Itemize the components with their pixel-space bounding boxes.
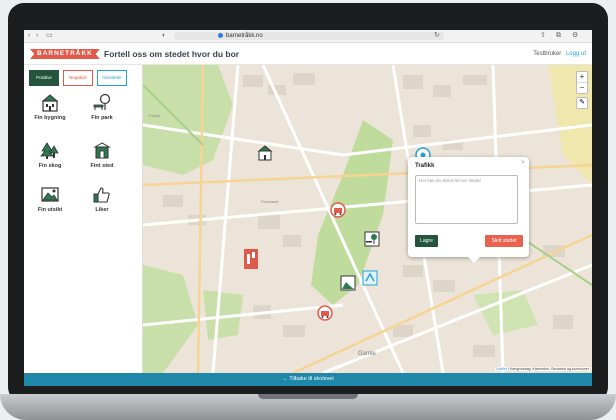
close-icon[interactable]: × (521, 160, 525, 166)
category-sidebar: Positive Negative Aktiviteter Fin bygnin… (24, 65, 143, 373)
settings-icon[interactable]: ⚙ (572, 32, 578, 40)
zoom-control: + − (576, 71, 588, 94)
thumbs-up-icon (93, 187, 110, 203)
park-marker[interactable] (364, 231, 380, 247)
map-attribution: Leaflet | Kartgrunnlag: Kartverket, Geov… (495, 367, 590, 371)
logout-link[interactable]: Logg ut (566, 51, 586, 57)
user-name: Testbruker (533, 51, 562, 57)
category-fint-sted[interactable]: Fint sted (80, 141, 124, 169)
screen: ‹ › ▭ ◐ barnetråkk.no ↻ ⇧ ⧉ ⚙ BARNETRÅKK… (24, 30, 592, 386)
description-textarea[interactable]: Her kan du skrive litt om stedet (415, 175, 518, 224)
tab-positive[interactable]: Positive (29, 70, 59, 86)
building-icon (41, 94, 59, 112)
tab-negative[interactable]: Negative (63, 70, 93, 86)
forest-icon (40, 142, 59, 159)
category-label: Fint sted (90, 163, 114, 169)
park-icon (93, 93, 111, 110)
tab-activities[interactable]: Aktiviteter (97, 70, 127, 86)
building-marker[interactable] (257, 145, 273, 161)
category-label: Liker (95, 207, 109, 213)
marker-popup: Trafikk × Her kan du skrive litt om sted… (408, 157, 529, 263)
user-area: Testbruker Logg ut (533, 51, 586, 57)
traffic-marker[interactable] (317, 305, 333, 321)
category-label: Fin park (91, 115, 113, 121)
zoom-in-button[interactable]: + (577, 72, 587, 83)
delete-place-button[interactable]: Slett stedet (485, 235, 523, 247)
category-label: Fin utsikt (37, 207, 63, 213)
zoom-out-button[interactable]: − (577, 83, 587, 93)
view-icon (41, 187, 59, 202)
map-label: Gamle (358, 351, 376, 357)
laptop-notch (258, 394, 358, 399)
activity-marker[interactable] (362, 270, 378, 286)
globe-icon (218, 33, 223, 38)
category-label: Fin skog (38, 163, 62, 169)
address-bar[interactable]: barnetråkk.no (174, 32, 444, 40)
map-label: Festpl. (149, 113, 161, 118)
back-icon[interactable]: ‹ (28, 32, 30, 40)
edit-icon[interactable]: ✎ (576, 97, 588, 109)
category-liker[interactable]: Liker (80, 185, 124, 213)
view-marker[interactable] (340, 275, 356, 291)
traffic-marker[interactable] (330, 202, 346, 218)
app-header: BARNETRÅKK Fortell oss om stedet hvor du… (24, 43, 592, 65)
category-fin-park[interactable]: Fin park (80, 93, 124, 121)
nice-place-icon (93, 142, 111, 159)
footer-bar: ← Tilbake til skolevei (24, 373, 592, 386)
back-to-route-link[interactable]: ← Tilbake til skolevei (24, 376, 592, 382)
category-fin-bygning[interactable]: Fin bygning (28, 93, 72, 121)
attribution-text: | Kartgrunnlag: Kartverket, Geovekst og … (507, 367, 589, 371)
forward-icon[interactable]: › (36, 32, 38, 40)
category-label: Fin bygning (34, 115, 66, 121)
reload-icon[interactable]: ↻ (434, 32, 440, 40)
sidebar-icon[interactable]: ▭ (46, 32, 53, 40)
share-icon[interactable]: ⇧ (540, 32, 546, 40)
leaflet-link[interactable]: Leaflet (496, 367, 507, 371)
shield-icon: ◐ (162, 32, 167, 39)
category-fin-utsikt[interactable]: Fin utsikt (28, 185, 72, 213)
flag-marker[interactable] (243, 248, 259, 269)
map-label: Finnsland (261, 199, 278, 204)
browser-toolbar: ‹ › ▭ ◐ barnetråkk.no ↻ ⇧ ⧉ ⚙ (24, 30, 592, 43)
logo[interactable]: BARNETRÅKK (30, 49, 100, 59)
tabs-icon[interactable]: ⧉ (556, 32, 561, 40)
page-title: Fortell oss om stedet hvor du bor (104, 49, 240, 59)
popup-tip (468, 257, 480, 263)
category-fin-skog[interactable]: Fin skog (28, 141, 72, 169)
save-button[interactable]: Lagre (415, 235, 438, 247)
url-text: barnetråkk.no (226, 33, 263, 39)
popup-title: Trafikk (415, 163, 435, 169)
